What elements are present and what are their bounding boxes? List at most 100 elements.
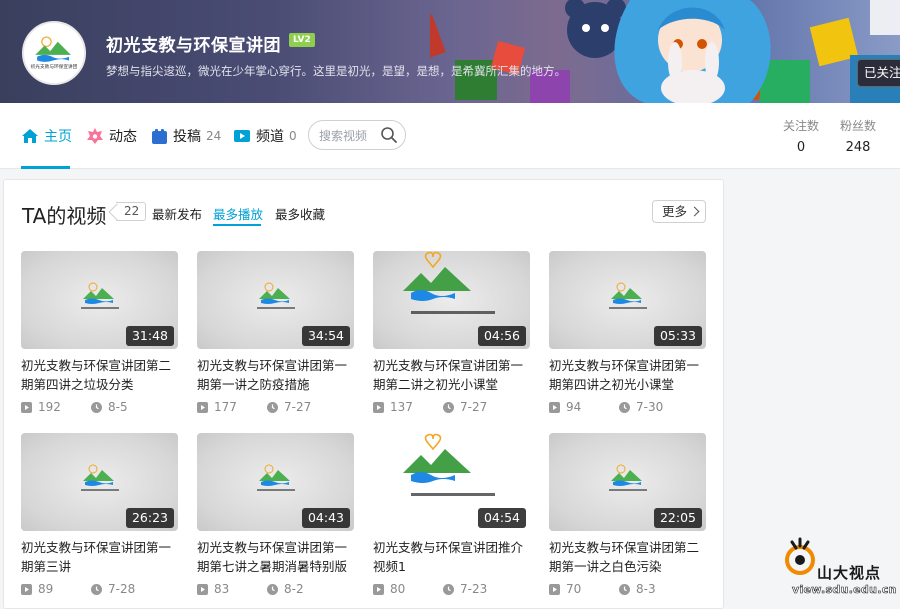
view-count-value: 83 xyxy=(214,582,230,596)
video-card[interactable]: 04:43 初光支教与环保宣讲团第一期第七讲之暑期消暑特别版 83 8-2 xyxy=(197,433,354,596)
upload-date: 7-27 xyxy=(267,400,311,414)
search-input[interactable]: 搜索视频 xyxy=(319,127,367,144)
following-stat[interactable]: 关注数 0 xyxy=(776,117,826,155)
video-card[interactable]: 04:54 初光支教与环保宣讲团推介视频1 80 7-23 xyxy=(373,433,530,596)
view-count-value: 94 xyxy=(566,400,582,414)
view-count-value: 177 xyxy=(214,400,237,414)
clock-icon xyxy=(443,401,454,413)
view-count-value: 89 xyxy=(38,582,54,596)
video-meta: 177 7-27 xyxy=(197,400,354,414)
video-duration: 04:54 xyxy=(477,508,526,528)
nav-tab-uploads[interactable]: 投稿 24 xyxy=(151,125,221,147)
video-duration: 22:05 xyxy=(653,508,702,528)
play-count-icon xyxy=(373,401,384,413)
clock-icon xyxy=(619,583,630,595)
upload-date: 8-2 xyxy=(267,582,304,596)
view-count: 192 xyxy=(21,400,91,414)
search-icon[interactable] xyxy=(380,126,398,144)
video-thumbnail[interactable]: 04:54 xyxy=(373,433,530,531)
video-duration: 05:33 xyxy=(653,326,702,346)
sort-tab-most-favorited[interactable]: 最多收藏 xyxy=(275,204,325,223)
videos-section-title: TA的视频 xyxy=(22,204,107,228)
video-duration: 04:43 xyxy=(301,508,350,528)
view-count: 89 xyxy=(21,582,91,596)
nav-tab-home[interactable]: 主页 xyxy=(21,125,72,147)
video-meta: 89 7-28 xyxy=(21,582,178,596)
video-meta: 80 7-23 xyxy=(373,582,530,596)
play-count-icon xyxy=(21,583,32,595)
video-duration: 34:54 xyxy=(301,326,350,346)
video-thumbnail[interactable]: 34:54 xyxy=(197,251,354,349)
view-count-value: 137 xyxy=(390,400,413,414)
channel-banner: 初光支教与环保宣讲团 初光支教与环保宣讲团 LV2 梦想与指尖逡巡，微光在少年掌… xyxy=(0,0,900,103)
more-button-label: 更多 xyxy=(662,204,688,219)
video-title[interactable]: 初光支教与环保宣讲团第一期第一讲之防疫措施 xyxy=(197,356,354,394)
channel-icon xyxy=(234,130,250,142)
nav-tab-label: 动态 xyxy=(109,129,137,145)
upload-date-value: 7-28 xyxy=(108,582,136,596)
view-count: 137 xyxy=(373,400,443,414)
video-thumbnail[interactable]: 04:43 xyxy=(197,433,354,531)
view-count-value: 192 xyxy=(38,400,61,414)
clock-icon xyxy=(91,583,102,595)
view-count-value: 70 xyxy=(566,582,582,596)
video-thumbnail[interactable]: 05:33 xyxy=(549,251,706,349)
upload-date-value: 8-2 xyxy=(284,582,304,596)
view-count: 94 xyxy=(549,400,619,414)
upload-date: 8-5 xyxy=(91,400,128,414)
svg-text:初光支教与环保宣讲团: 初光支教与环保宣讲团 xyxy=(31,63,78,70)
play-count-icon xyxy=(197,583,208,595)
watermark: 山大视点 view.sdu.edu.cn xyxy=(781,536,900,600)
video-thumbnail[interactable]: 22:05 xyxy=(549,433,706,531)
nav-tab-activity[interactable]: 动态 xyxy=(86,125,137,147)
video-thumbnail[interactable]: 26:23 xyxy=(21,433,178,531)
more-videos-button[interactable]: 更多 xyxy=(652,200,706,223)
channel-avatar[interactable]: 初光支教与环保宣讲团 xyxy=(22,21,86,85)
nav-tab-count: 24 xyxy=(206,129,222,143)
upload-date-value: 7-27 xyxy=(284,400,312,414)
upload-date: 7-30 xyxy=(619,400,663,414)
sort-tab-most-played[interactable]: 最多播放 xyxy=(213,204,263,223)
stat-label: 关注数 xyxy=(782,119,819,133)
sort-tab-latest[interactable]: 最新发布 xyxy=(152,204,202,223)
clock-icon xyxy=(267,401,278,413)
video-meta: 94 7-30 xyxy=(549,400,706,414)
nav-tab-label: 投稿 xyxy=(173,129,201,145)
play-count-icon xyxy=(373,583,384,595)
level-badge: LV2 xyxy=(289,33,315,47)
video-title[interactable]: 初光支教与环保宣讲团第二期第四讲之垃圾分类 xyxy=(21,356,178,394)
video-card[interactable]: 05:33 初光支教与环保宣讲团第一期第四讲之初光小课堂 94 7-30 xyxy=(549,251,706,414)
chevron-right-icon xyxy=(689,206,700,217)
banner-illustration xyxy=(430,0,900,103)
channel-logo-icon: 初光支教与环保宣讲团 xyxy=(31,36,78,70)
activity-icon xyxy=(87,128,103,144)
home-icon xyxy=(22,129,38,143)
video-thumbnail[interactable]: 04:56 xyxy=(373,251,530,349)
stat-value: 248 xyxy=(845,140,871,155)
clock-icon xyxy=(267,583,278,595)
video-title[interactable]: 初光支教与环保宣讲团第一期第三讲 xyxy=(21,538,178,576)
video-card[interactable]: 26:23 初光支教与环保宣讲团第一期第三讲 89 7-28 xyxy=(21,433,178,596)
video-card[interactable]: 04:56 初光支教与环保宣讲团第一期第二讲之初光小课堂 137 7-27 xyxy=(373,251,530,414)
video-title[interactable]: 初光支教与环保宣讲团第一期第二讲之初光小课堂 xyxy=(373,356,530,394)
nav-tab-channels[interactable]: 频道 0 xyxy=(233,125,297,147)
upload-date-value: 7-23 xyxy=(460,582,488,596)
video-title[interactable]: 初光支教与环保宣讲团推介视频1 xyxy=(373,538,530,576)
view-count: 80 xyxy=(373,582,443,596)
play-count-icon xyxy=(549,401,560,413)
upload-date-value: 7-27 xyxy=(460,400,488,414)
video-card[interactable]: 31:48 初光支教与环保宣讲团第二期第四讲之垃圾分类 192 8-5 xyxy=(21,251,178,414)
view-count: 177 xyxy=(197,400,267,414)
play-count-icon xyxy=(197,401,208,413)
followers-stat[interactable]: 粉丝数 248 xyxy=(833,117,883,155)
video-title[interactable]: 初光支教与环保宣讲团第一期第七讲之暑期消暑特别版 xyxy=(197,538,354,576)
video-duration: 31:48 xyxy=(125,326,174,346)
video-title[interactable]: 初光支教与环保宣讲团第二期第一讲之白色污染 xyxy=(549,538,706,576)
video-title[interactable]: 初光支教与环保宣讲团第一期第四讲之初光小课堂 xyxy=(549,356,706,394)
follow-button[interactable]: 已关注 xyxy=(857,59,900,87)
video-card[interactable]: 34:54 初光支教与环保宣讲团第一期第一讲之防疫措施 177 7-27 xyxy=(197,251,354,414)
nav-tab-label: 主页 xyxy=(44,129,72,145)
video-card[interactable]: 22:05 初光支教与环保宣讲团第二期第一讲之白色污染 70 8-3 xyxy=(549,433,706,596)
video-search-box[interactable]: 搜索视频 xyxy=(308,120,406,150)
video-thumbnail[interactable]: 31:48 xyxy=(21,251,178,349)
